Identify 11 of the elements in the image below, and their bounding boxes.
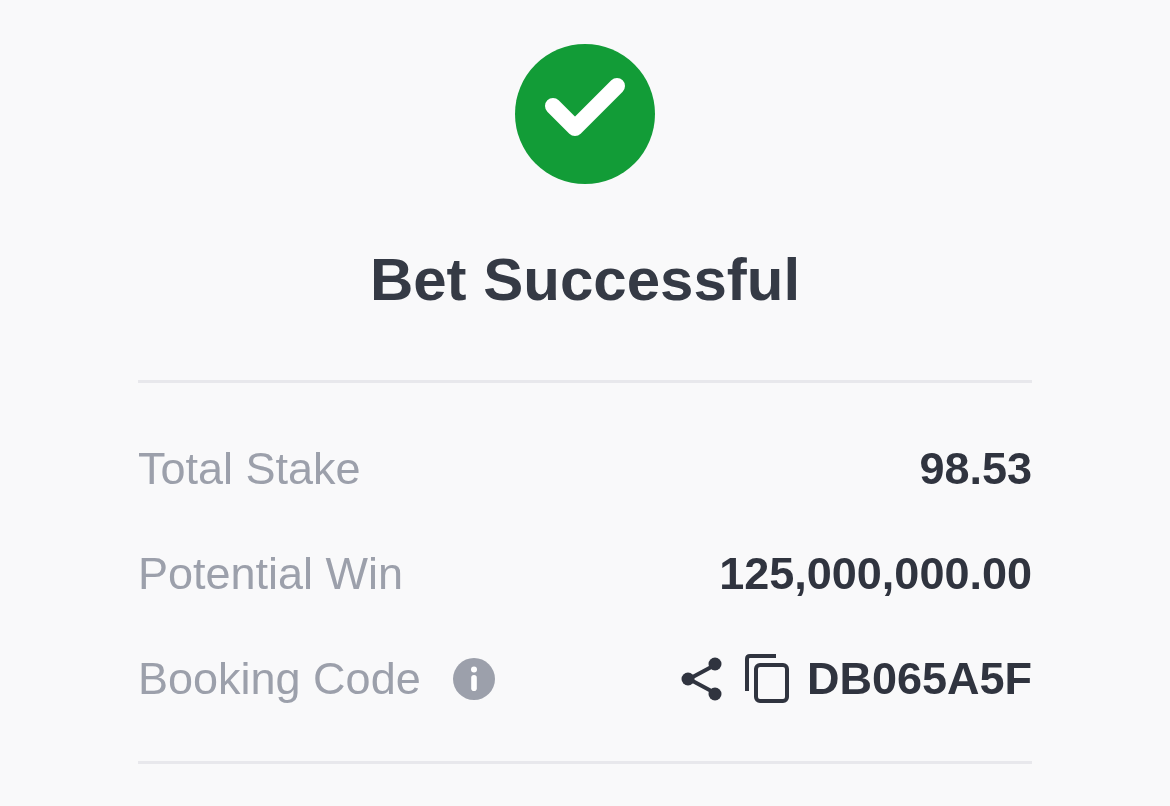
detail-label: Potential Win xyxy=(138,547,404,600)
amount-value: 98.53 xyxy=(919,442,1032,495)
success-check-icon xyxy=(515,44,655,184)
status-title: Bet Successful xyxy=(369,248,801,312)
detail-label: Booking Code xyxy=(138,652,421,705)
detail-label: Total Stake xyxy=(138,442,361,495)
booking-code[interactable]: DB065A5F xyxy=(806,652,1032,705)
share-icon[interactable] xyxy=(680,656,723,701)
amount-value: 125,000,000.00 xyxy=(719,547,1032,600)
copy-icon[interactable] xyxy=(744,654,789,703)
info-icon[interactable] xyxy=(452,657,495,700)
